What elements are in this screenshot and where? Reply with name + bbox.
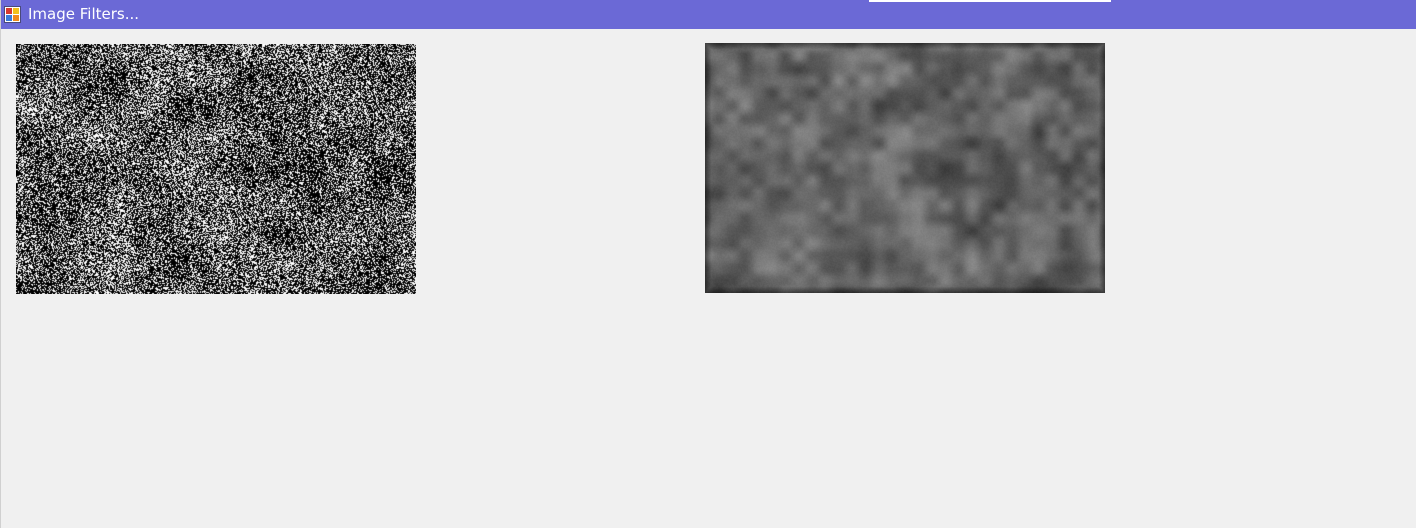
- title-bar[interactable]: Image Filters...: [1, 0, 1416, 29]
- app-window-icon[interactable]: [4, 6, 21, 23]
- filtered-picture: [705, 43, 1105, 293]
- image-filters-window: Image Filters...: [0, 0, 1416, 528]
- title-bar-strip: [869, 0, 1111, 2]
- window-title: Image Filters...: [28, 5, 140, 23]
- original-noise-picture: [16, 44, 416, 294]
